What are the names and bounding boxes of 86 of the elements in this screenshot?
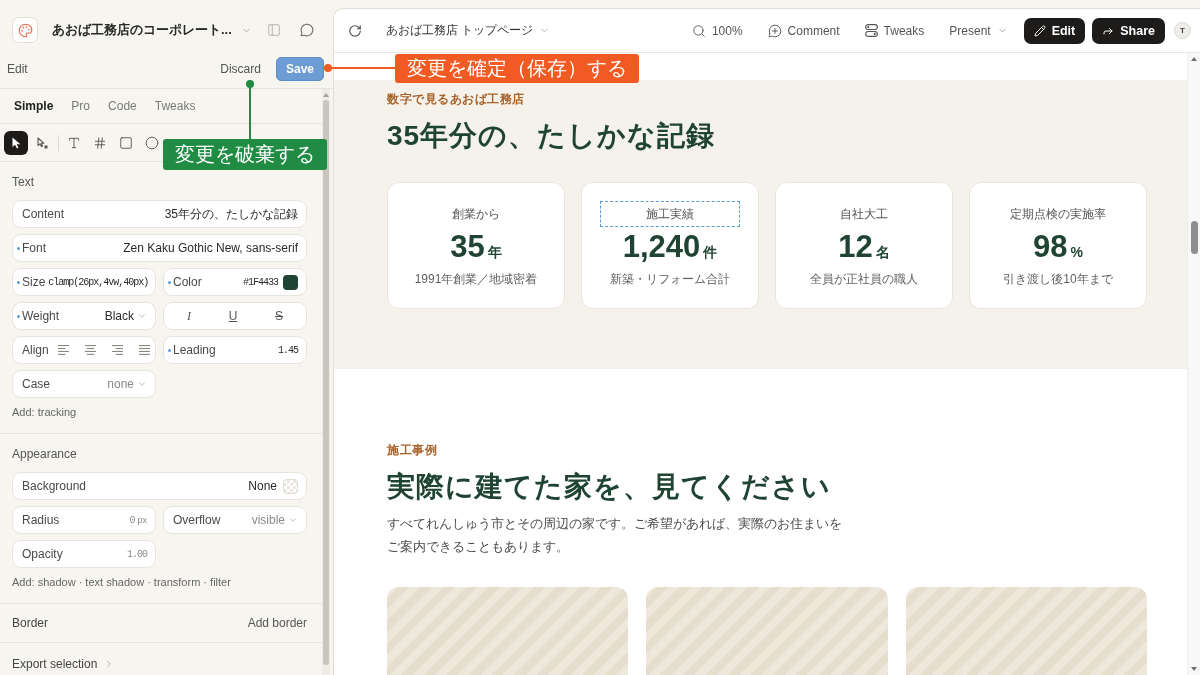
section-title: Border [12,616,49,630]
page-title-dropdown[interactable]: あおば工務店 トップページ [386,22,551,39]
leader-line [324,64,396,72]
edit-button[interactable]: Edit [1023,17,1086,44]
mode-tab[interactable]: Code [108,99,137,113]
chevron-down-icon [288,515,298,525]
input-field[interactable]: Content 35年分の、たしかな記録 [12,200,307,228]
pointer-node-icon [36,136,48,149]
scrollbar-thumb[interactable] [1190,221,1198,254]
callout-label: 変更を破棄する [163,139,327,170]
comment-button[interactable]: Comment [767,23,840,38]
export-selection-button[interactable]: Export selection [12,657,115,671]
discard-button[interactable]: Discard [220,62,261,76]
dropdown-field[interactable]: Overflow visible [163,506,307,534]
chevron-down-icon [137,379,147,389]
edit-heading: Edit [7,62,28,76]
stat-note: 新築・リフォーム合計 [610,271,730,287]
leader-line [246,80,254,139]
scroll-down-arrow-icon[interactable] [1191,667,1197,671]
stat-value: 98% [1033,230,1083,266]
user-avatar[interactable]: T [1174,22,1191,39]
stat-note: 全員が正社員の職人 [810,271,918,287]
palette-icon[interactable] [12,17,38,43]
tweaks-button[interactable]: Tweaks [864,23,925,38]
mode-tab[interactable]: Simple [14,99,54,113]
dropdown-field[interactable]: Case none [12,370,156,398]
fill-field[interactable]: Background None [12,472,307,500]
underline-button[interactable]: U [225,309,241,323]
align-field[interactable]: Align [12,336,156,364]
stat-label: 自社大工 [840,205,888,223]
search-icon [691,23,706,38]
section-title: Appearance [12,446,77,462]
scroll-up-arrow-icon[interactable] [323,93,329,97]
section-eyebrow: 施工事例 [387,443,437,458]
strikethrough-button[interactable]: S [272,309,287,323]
stat-value: 12 名 [838,230,890,266]
pencil-icon [1033,24,1046,37]
pointer-icon [11,136,21,149]
italic-button[interactable]: I [183,308,194,324]
add-property-link[interactable]: Add: tracking [12,405,77,419]
input-field[interactable]: Leading 1.45 [163,336,307,364]
scroll-up-arrow-icon[interactable] [1191,57,1197,61]
section-heading: 実際に建てた家を、見てください [387,470,831,504]
mode-tab[interactable]: Pro [71,99,91,113]
tool-button[interactable] [4,130,28,155]
stat-label: 施工実績 [646,205,694,223]
input-field[interactable]: Size clamp(26px,4vw,40px) [12,268,156,296]
mode-tab[interactable]: Tweaks [154,99,196,113]
section-description: すべてれんしゅう市とその周辺の家です。ご希望があれば、実際のお住まいを ご案内できることもあります。 [387,516,842,556]
stat-note: 引き渡し後10年まで [1003,271,1113,287]
stat-note: 1991年創業／地域密着 [414,271,538,287]
stat-label: 創業から [452,205,500,223]
toggles-icon [864,24,878,37]
stat-value: 35 年 [450,230,502,266]
comment-icon [767,23,782,38]
input-field[interactable]: Opacity 1.00 [12,540,156,568]
refresh-icon[interactable] [348,23,362,38]
input-field[interactable]: Radius 0 px [12,506,156,534]
align-justify-icon[interactable] [138,345,150,355]
align-right-icon[interactable] [111,345,123,355]
color-swatch-icon[interactable] [283,274,298,290]
chat-bubble-icon[interactable] [300,23,314,37]
add-property-link[interactable]: Add: shadow · text shadow · transform · filter [12,575,231,589]
circle-icon [145,135,159,150]
transparent-swatch-icon[interactable] [283,478,298,494]
stat-label: 定期点検の実施率 [1010,205,1106,223]
section-heading: 35年分の、たしかな記録 [387,119,716,153]
dropdown-field[interactable]: Weight Black [12,302,156,330]
color-field[interactable]: Color #1F4433 [163,268,307,296]
section-eyebrow: 数字で見るあおば工務店 [387,92,525,107]
app-title: あおば工務店のコーポレート... [52,21,232,39]
scrollbar-thumb[interactable] [323,100,329,665]
input-field[interactable]: Font Zen Kaku Gothic New, sans-serif [12,234,307,262]
add-border-button[interactable]: Add border [247,616,307,630]
zoom-button[interactable]: 100% [691,23,743,38]
chevron-down-icon [137,311,147,321]
align-center-icon[interactable] [84,345,96,355]
align-left-icon[interactable] [57,345,69,355]
hash-icon [93,135,107,150]
section-title: Text [12,174,34,190]
text-icon [67,135,81,150]
callout-label: 変更を確定（保存）する [395,54,639,83]
share-button[interactable]: Share [1092,17,1165,44]
present-button[interactable]: Present [949,23,1008,38]
square-icon [119,135,133,150]
stat-value: 1,240 件 [622,230,718,266]
